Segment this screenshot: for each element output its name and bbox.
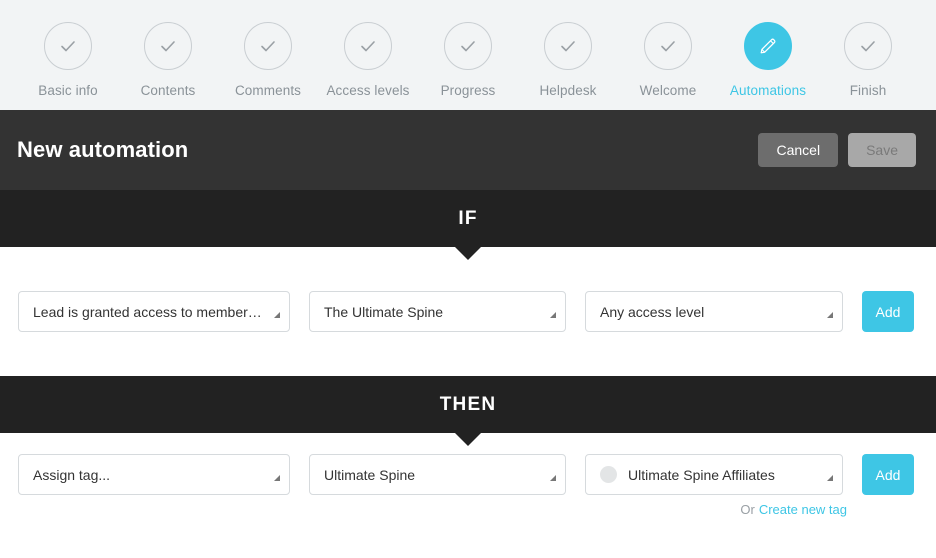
create-tag-prefix: Or [740, 502, 755, 517]
cancel-button[interactable]: Cancel [758, 133, 839, 167]
check-icon [261, 41, 275, 52]
check-icon [561, 41, 575, 52]
check-icon [861, 41, 875, 52]
chevron-down-icon [550, 475, 556, 481]
step-circle [244, 22, 292, 70]
page-header: New automation Cancel Save [0, 110, 936, 190]
save-button[interactable]: Save [848, 133, 916, 167]
step-label: Basic info [38, 83, 98, 98]
check-icon [61, 41, 75, 52]
page-title: New automation [17, 137, 189, 162]
wizard-step-comments[interactable]: Comments [218, 22, 318, 98]
check-icon [361, 41, 375, 52]
step-circle [44, 22, 92, 70]
step-label: Progress [440, 83, 496, 98]
step-label: Helpdesk [539, 83, 597, 98]
tag-color-swatch [600, 466, 617, 483]
chevron-down-icon [550, 312, 556, 318]
chevron-down-icon [827, 475, 833, 481]
wizard-step-access-levels[interactable]: Access levels [318, 22, 418, 98]
step-circle [544, 22, 592, 70]
then-band-label: THEN [439, 393, 497, 415]
if-trigger-select[interactable]: Lead is granted access to membership... [18, 291, 290, 332]
then-product-value: Ultimate Spine [324, 466, 416, 483]
step-circle [144, 22, 192, 70]
step-label: Finish [849, 83, 887, 98]
if-add-button[interactable]: Add [862, 291, 914, 332]
if-access-level-value: Any access level [600, 303, 705, 320]
then-add-button[interactable]: Add [862, 454, 914, 495]
then-product-select[interactable]: Ultimate Spine [309, 454, 566, 495]
then-tag-select[interactable]: Ultimate Spine Affiliates [585, 454, 843, 495]
step-circle [444, 22, 492, 70]
pencil-icon [760, 38, 776, 54]
if-access-level-select[interactable]: Any access level [585, 291, 843, 332]
check-icon [661, 41, 675, 52]
if-band: IF [0, 190, 936, 247]
step-circle [644, 22, 692, 70]
step-circle-active [744, 22, 792, 70]
if-target-value: The Ultimate Spine [324, 303, 444, 320]
if-target-select[interactable]: The Ultimate Spine [309, 291, 566, 332]
wizard-step-finish[interactable]: Finish [818, 22, 918, 98]
step-label: Automations [729, 83, 807, 98]
check-icon [161, 41, 175, 52]
create-new-tag-link[interactable]: Create new tag [759, 502, 847, 517]
then-band: THEN [0, 376, 936, 433]
header-actions: Cancel Save [758, 133, 916, 167]
wizard-step-basic-info[interactable]: Basic info [18, 22, 118, 98]
if-rule-row: Lead is granted access to membership... … [0, 247, 936, 376]
if-band-label: IF [458, 207, 478, 229]
wizard-step-bar: Basic info Contents Comments Access leve… [0, 0, 936, 110]
wizard-step-welcome[interactable]: Welcome [618, 22, 718, 98]
wizard-step-automations[interactable]: Automations [718, 22, 818, 98]
wizard-step-contents[interactable]: Contents [118, 22, 218, 98]
step-label: Access levels [326, 83, 410, 98]
create-tag-row: Or Create new tag [0, 502, 936, 517]
step-circle [344, 22, 392, 70]
if-trigger-value: Lead is granted access to membership... [33, 303, 263, 320]
then-action-select[interactable]: Assign tag... [18, 454, 290, 495]
wizard-step-helpdesk[interactable]: Helpdesk [518, 22, 618, 98]
wizard-step-progress[interactable]: Progress [418, 22, 518, 98]
step-circle [844, 22, 892, 70]
chevron-down-icon [827, 312, 833, 318]
check-icon [461, 41, 475, 52]
chevron-down-icon [274, 475, 280, 481]
then-action-value: Assign tag... [33, 466, 111, 483]
chevron-down-icon [274, 312, 280, 318]
step-label: Comments [234, 83, 302, 98]
step-label: Welcome [639, 83, 697, 98]
step-label: Contents [140, 83, 196, 98]
then-tag-value: Ultimate Spine Affiliates [628, 466, 775, 483]
